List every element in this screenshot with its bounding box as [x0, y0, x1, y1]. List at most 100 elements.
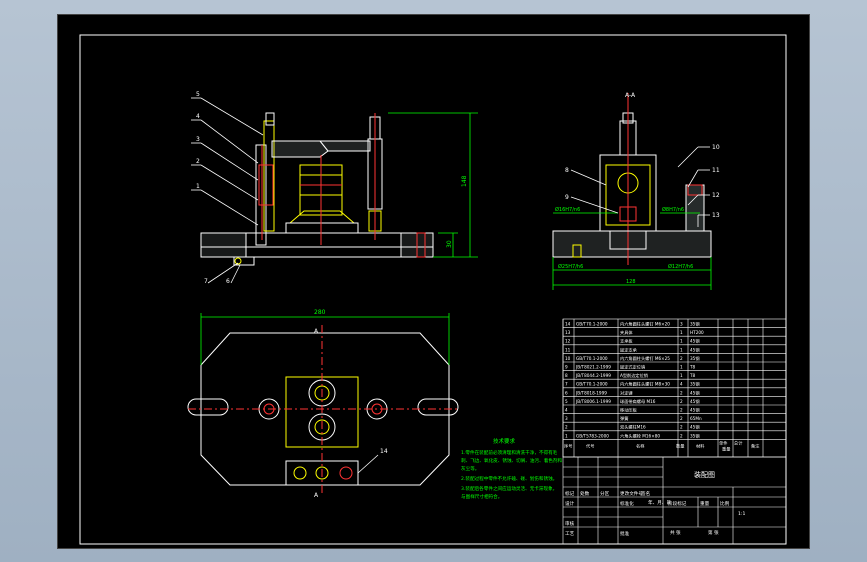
bom-row-material: 65Mn [690, 416, 702, 421]
balloon-1: 1 [196, 183, 200, 190]
bom-row-material: T8 [689, 373, 696, 378]
plan-view [187, 325, 459, 493]
bom-header-weight: 重量 [722, 445, 730, 452]
tb-sheets-total: 共 张 [670, 529, 681, 536]
balloon-5: 5 [196, 91, 200, 98]
bom-row-no: 11 [565, 347, 571, 352]
bom-row-material: 45钢 [690, 424, 700, 431]
bom-row-qty: 1 [680, 373, 683, 378]
bom-row-code: GB/T70.1-2000 [576, 382, 608, 387]
balloon-6: 6 [226, 278, 230, 285]
cad-drawing: 5 4 3 2 1 7 6 148 30 A-A 10 11 12 13 8 9… [79, 34, 787, 545]
bom-row-material: 45钢 [690, 389, 700, 396]
bom-row-code: GB/T5783-2000 [576, 433, 609, 438]
bom-row-name: 对定键 [620, 389, 633, 396]
bom-row-no: 9 [565, 365, 568, 370]
notes-line-4: 2.装配过程中零件不允许磕、碰、划伤和锈蚀。 [461, 475, 557, 482]
bom-row-material: 45钢 [690, 346, 700, 353]
balloon-11: 11 [712, 167, 720, 174]
plan-dimensions [200, 313, 450, 474]
bom-row-material: 35钢 [690, 381, 700, 388]
bom-row-name: 内六角圆柱头螺钉 M8×30 [620, 381, 670, 388]
bom-row-material: T8 [689, 365, 696, 370]
drawing-name: 装配图 [694, 470, 715, 479]
bom-row-code: JB/T8006.1-1999 [575, 399, 611, 404]
bom-row-name: 内六角圆柱头螺钉 M6×25 [620, 355, 670, 362]
notes-title: 技术要求 [493, 437, 516, 445]
side-base [552, 230, 712, 258]
balloon-4: 4 [196, 113, 200, 120]
bom-row-no: 6 [565, 390, 568, 395]
plan-width-dim: 280 [314, 309, 326, 316]
front-view [200, 112, 434, 266]
bom-row-material: 35钢 [690, 321, 700, 328]
notes-line-5: 3.装配后各零件之间应运动灵活、无卡滞现象， [461, 485, 557, 492]
dim-height-total: 148 [461, 175, 468, 187]
bom-header-no: 序号 [564, 442, 572, 449]
balloon-9: 9 [565, 194, 569, 201]
tb-count: 处数 [580, 490, 590, 497]
balloon-13: 13 [712, 212, 720, 219]
bom-header-total-weight: 总计 [734, 439, 742, 446]
bom-row-qty: 2 [680, 425, 683, 430]
side-bottom-dim: 128 [626, 279, 636, 285]
tb-scale-value: 1:1 [738, 511, 745, 517]
bom-row-code: GB/T70.1-2000 [576, 356, 608, 361]
bom-row-qty: 2 [680, 390, 683, 395]
bom-row-qty: 1 [680, 330, 683, 335]
section-label: A-A [625, 92, 636, 99]
bom-row-material: HT200 [690, 330, 704, 335]
tb-review: 审核 [565, 520, 575, 527]
side-note-right: Ø8H7/n6 [662, 206, 684, 213]
dim-height-base: 30 [446, 240, 453, 248]
front-clamp-plate [271, 140, 329, 158]
notes-line-1: 1.零件在装配前必须清理和清洗干净，不得有毛 [461, 449, 558, 456]
side-note-left: Ø16H7/n6 [555, 206, 580, 213]
tb-sheet-no: 第 张 [708, 529, 719, 536]
bom-table-text: 14 GB/T70.1-2000 内六角圆柱头螺钉 M6×20 3 35钢13 夹具体 1 H… [564, 321, 760, 453]
balloon-14: 14 [380, 448, 388, 455]
tb-process: 工艺 [565, 531, 575, 537]
plan-section-bottom: A [314, 492, 319, 499]
bom-row-qty: 2 [680, 408, 683, 413]
bom-row-material: 35钢 [690, 355, 700, 362]
tb-weight: 重量 [700, 500, 710, 507]
bom-header-code: 代号 [586, 442, 594, 449]
bom-row-name: 移动压板 [620, 407, 638, 414]
bom-row-qty: 1 [680, 347, 683, 352]
tb-approve: 批准 [620, 530, 630, 537]
balloon-12: 12 [712, 192, 720, 199]
bom-row-qty: 2 [680, 356, 683, 361]
bom-row-no: 2 [565, 425, 568, 430]
bom-row-material: 35钢 [690, 432, 700, 439]
bom-row-no: 14 [565, 322, 571, 327]
inner-frame [79, 34, 787, 545]
bom-row-no: 5 [565, 399, 568, 404]
bom-row-qty: 1 [680, 339, 683, 344]
bom-row-name: 六角头螺栓 M16×80 [620, 432, 660, 439]
bom-row-qty: 2 [680, 399, 683, 404]
bom-row-name: 内六角圆柱头螺钉 M6×20 [620, 321, 670, 328]
tb-scale: 比例 [720, 500, 730, 507]
bom-row-name: 弹簧 [620, 415, 628, 422]
bom-row-no: 8 [565, 373, 568, 378]
balloon-10: 10 [712, 144, 720, 151]
bom-row-code: JB/T8021.2-1999 [575, 365, 611, 370]
balloon-8: 8 [565, 167, 569, 174]
bom-row-code: GB/T70.1-2000 [576, 322, 608, 327]
bom-header-qty: 数量 [676, 442, 684, 449]
bom-row-name: A型削边定位销 [620, 372, 648, 379]
tb-design: 设计 [565, 500, 575, 507]
side-bottom-right: Ø12H7/h6 [668, 263, 693, 270]
side-bottom-left: Ø25H7/h6 [558, 263, 583, 270]
bom-row-no: 3 [565, 416, 568, 421]
bom-row-name: 双头螺柱M16 [620, 424, 646, 431]
bom-header-remark: 备注 [751, 442, 760, 449]
bom-row-name: 固定支承 [620, 346, 638, 353]
bom-row-no: 12 [565, 339, 571, 344]
technical-notes: 技术要求 1.零件在装配前必须清理和清洗干净，不得有毛 刺、飞边、氧化皮、锈蚀、… [461, 437, 562, 500]
tb-sign: 签名 [641, 490, 650, 497]
bom-header-name: 名称 [636, 442, 644, 449]
bom-header-material: 材料 [696, 442, 705, 449]
bom-row-name: 固定式定位销 [620, 364, 645, 371]
